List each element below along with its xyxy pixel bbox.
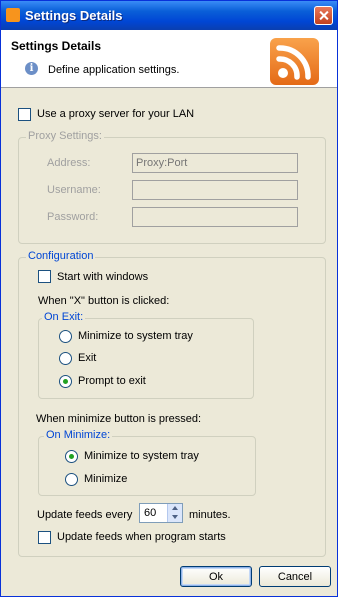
- update-feeds-suffix: minutes.: [189, 509, 231, 521]
- title-bar[interactable]: Settings Details: [1, 1, 337, 30]
- update-on-start-checkbox[interactable]: [38, 531, 51, 544]
- rss-feed-icon: [270, 38, 319, 85]
- minimize-button-label: When minimize button is pressed:: [36, 413, 202, 425]
- exit-prompt-label: Prompt to exit: [78, 375, 146, 387]
- spin-up-icon[interactable]: [167, 504, 182, 513]
- on-exit-title: On Exit:: [42, 311, 86, 323]
- update-feeds-prefix: Update feeds every: [37, 509, 133, 521]
- proxy-settings-title: Proxy Settings:: [26, 130, 104, 142]
- start-with-windows-label: Start with windows: [57, 271, 149, 283]
- on-minimize-group: [38, 436, 256, 496]
- exit-prompt-radio[interactable]: [59, 375, 72, 388]
- cancel-button[interactable]: Cancel: [259, 566, 331, 587]
- minimize-minimize-label: Minimize: [84, 473, 128, 485]
- minimize-minimize-radio[interactable]: [65, 473, 78, 486]
- username-field[interactable]: [132, 180, 298, 200]
- exit-minimize-label: Minimize to system tray: [78, 330, 193, 342]
- username-label: Username:: [47, 184, 101, 196]
- rss-icon: [6, 8, 20, 22]
- use-proxy-label: Use a proxy server for your LAN: [37, 108, 195, 120]
- exit-exit-radio[interactable]: [59, 352, 72, 365]
- spin-down-icon[interactable]: [167, 513, 182, 522]
- close-icon[interactable]: [314, 6, 333, 25]
- configuration-title: Configuration: [26, 250, 96, 262]
- header-subtitle: Define application settings.: [48, 64, 180, 76]
- password-field[interactable]: [132, 207, 298, 227]
- start-with-windows-checkbox[interactable]: [38, 270, 51, 283]
- x-button-label: When "X" button is clicked:: [38, 295, 170, 307]
- update-interval-input[interactable]: [140, 504, 166, 522]
- settings-dialog: Settings Details Settings Details i Defi…: [0, 0, 338, 597]
- window-title: Settings Details: [25, 8, 123, 23]
- password-label: Password:: [47, 211, 99, 223]
- info-icon: i: [25, 62, 38, 75]
- dialog-header: Settings Details i Define application se…: [1, 30, 337, 88]
- on-minimize-title: On Minimize:: [44, 429, 113, 441]
- minimize-tray-radio[interactable]: [65, 450, 78, 463]
- update-on-start-label: Update feeds when program starts: [57, 531, 226, 543]
- header-title: Settings Details: [11, 39, 102, 53]
- use-proxy-checkbox[interactable]: [18, 108, 31, 121]
- minimize-tray-label: Minimize to system tray: [84, 450, 199, 462]
- ok-button[interactable]: Ok: [180, 566, 252, 587]
- exit-exit-label: Exit: [78, 352, 97, 364]
- address-field[interactable]: [132, 153, 298, 173]
- update-interval-stepper[interactable]: [139, 503, 183, 523]
- exit-minimize-radio[interactable]: [59, 330, 72, 343]
- address-label: Address:: [47, 157, 91, 169]
